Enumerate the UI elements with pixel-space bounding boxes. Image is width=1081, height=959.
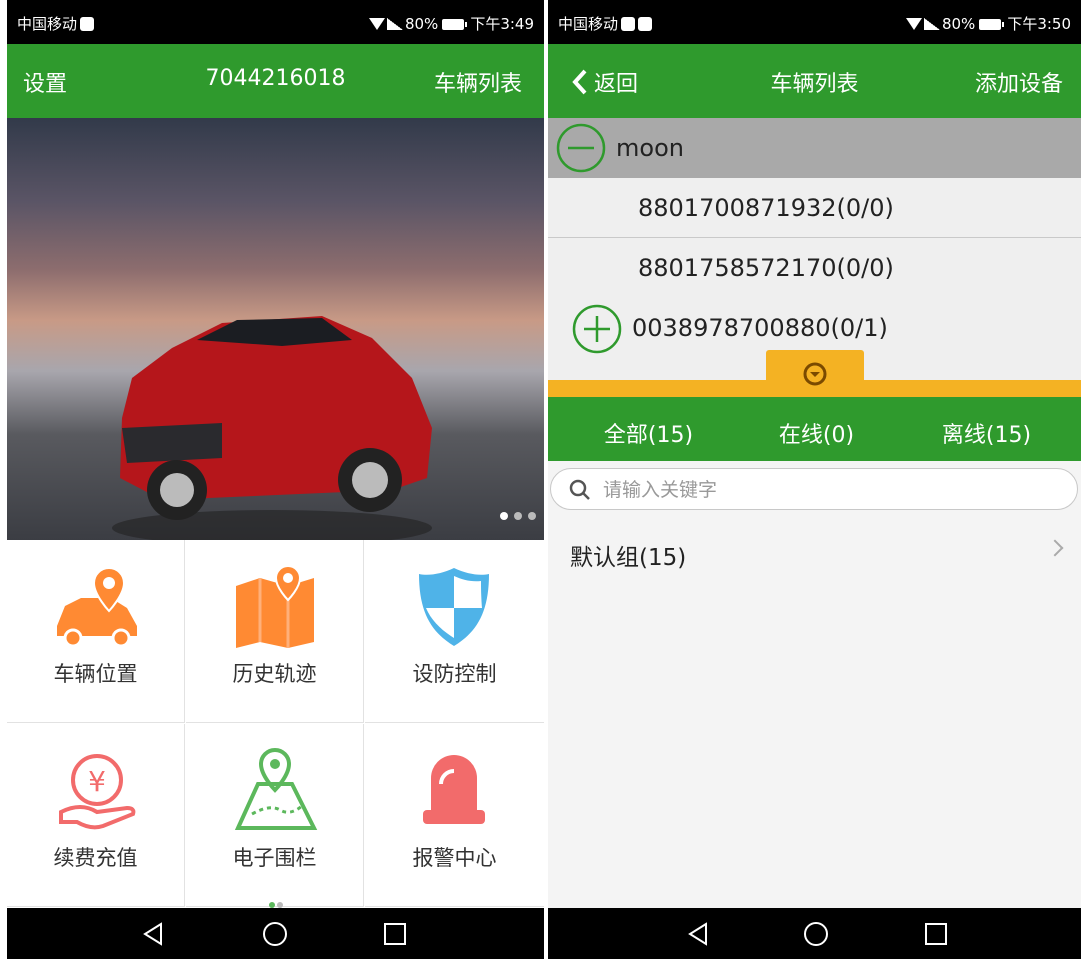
map-track-icon [236,564,314,648]
nav-bar [7,908,544,959]
tree-device-row[interactable]: 8801700871932(0/0) [548,178,1081,238]
grid-item-vehicle-location[interactable]: 车辆位置 [7,540,185,723]
top-bar: 设置 7044216018 车辆列表 [7,44,544,118]
grid-item-recharge[interactable]: ¥ 续费充值 [7,724,185,907]
grid-item-label: 报警中心 [412,846,497,870]
back-triangle-icon[interactable] [139,920,167,948]
home-screen: 中国移动 80% 下午3:49 设置 7044216018 车辆列表 车辆位置 … [7,0,544,959]
feature-grid: 车辆位置 历史轨迹 设防控制 ¥ 续费充值 电子围栏 报警中心 [7,540,544,908]
status-bar: 中国移动 80% 下午3:49 [7,0,544,44]
grid-item-label: 续费充值 [53,846,138,870]
grid-item-label: 历史轨迹 [232,662,317,686]
yuan-recharge-icon: ¥ [59,754,136,830]
wifi-icon [905,18,922,30]
tree-group-row[interactable]: moon [548,118,1081,178]
top-bar: 返回 车辆列表 添加设备 [548,44,1081,118]
svg-text:¥: ¥ [88,765,106,798]
battery-percent: 80% [941,15,976,33]
group-label: 默认组(15) [570,545,687,571]
signal-icon [923,18,940,30]
tab-online[interactable]: 在线(0) [728,417,905,449]
grid-item-arm-control[interactable]: 设防控制 [365,540,544,723]
alarm-icon [423,755,485,824]
car-location-icon [57,566,137,648]
carousel-dot [528,512,536,520]
chevron-down-icon [803,362,827,386]
device-label: 0038978700880(0/1) [632,314,888,342]
grid-item-label: 电子围栏 [232,846,317,870]
grid-item-label: 设防控制 [412,662,497,686]
banner-carousel[interactable] [7,118,544,540]
grid-item-label: 车辆位置 [53,662,138,686]
tree-device-row[interactable]: 8801758572170(0/0) [548,238,1081,298]
status-tabs: 全部(15) 在线(0) 离线(15) [548,397,1081,461]
carousel-dots [494,505,536,524]
search-input[interactable] [601,476,1045,504]
car-image [112,316,432,540]
grid-item-geofence[interactable]: 电子围栏 [186,724,364,907]
status-right: 80% 下午3:49 [368,13,534,34]
status-right: 80% 下午3:50 [905,13,1071,34]
grid-item-history-track[interactable]: 历史轨迹 [186,540,364,723]
group-name: moon [616,134,684,162]
back-triangle-icon[interactable] [684,920,712,948]
battery-icon [442,19,468,30]
grid-item-alarm-center[interactable]: 报警中心 [365,724,544,907]
list-item[interactable]: 默认组(15) [548,520,1081,582]
recents-square-icon[interactable] [922,920,950,948]
vehicle-list-button[interactable]: 车辆列表 [434,66,522,98]
device-label: 8801700871932(0/0) [638,194,894,222]
notification-icon [638,17,653,31]
signal-icon [386,18,403,30]
collapse-icon[interactable] [556,123,606,173]
add-device-button[interactable]: 添加设备 [975,66,1063,98]
wifi-icon [368,18,385,30]
battery-percent: 80% [404,15,439,33]
recents-square-icon[interactable] [381,920,409,948]
notification-icon [80,17,95,31]
drawer-toggle-button[interactable] [766,350,864,398]
status-bar: 中国移动 80% 下午3:50 [548,0,1081,44]
tree-device-row[interactable]: 0038978700880(0/1) [548,298,1081,358]
device-label: 8801758572170(0/0) [638,254,894,282]
carrier-label: 中国移动 [17,13,95,34]
search-box [550,468,1078,510]
geofence-icon [234,748,318,830]
vehicle-list-screen: 中国移动 80% 下午3:50 返回 车辆列表 添加设备 moon 8801700… [548,0,1081,959]
home-circle-icon[interactable] [802,920,830,948]
battery-icon [979,19,1005,30]
shield-icon [419,568,489,646]
notification-icon [621,17,636,31]
carrier-label: 中国移动 [558,13,653,34]
clock: 下午3:50 [1007,15,1071,33]
chevron-right-icon [1046,539,1064,557]
search-icon [569,479,590,500]
clock: 下午3:49 [470,15,534,33]
device-tree: moon 8801700871932(0/0) 8801758572170(0/… [548,118,1081,403]
expand-icon[interactable] [572,304,622,354]
carousel-dot [514,512,522,520]
nav-bar [548,908,1081,959]
carousel-dot [500,512,508,520]
tab-all[interactable]: 全部(15) [560,417,737,449]
tab-offline[interactable]: 离线(15) [898,417,1075,449]
home-circle-icon[interactable] [261,920,289,948]
